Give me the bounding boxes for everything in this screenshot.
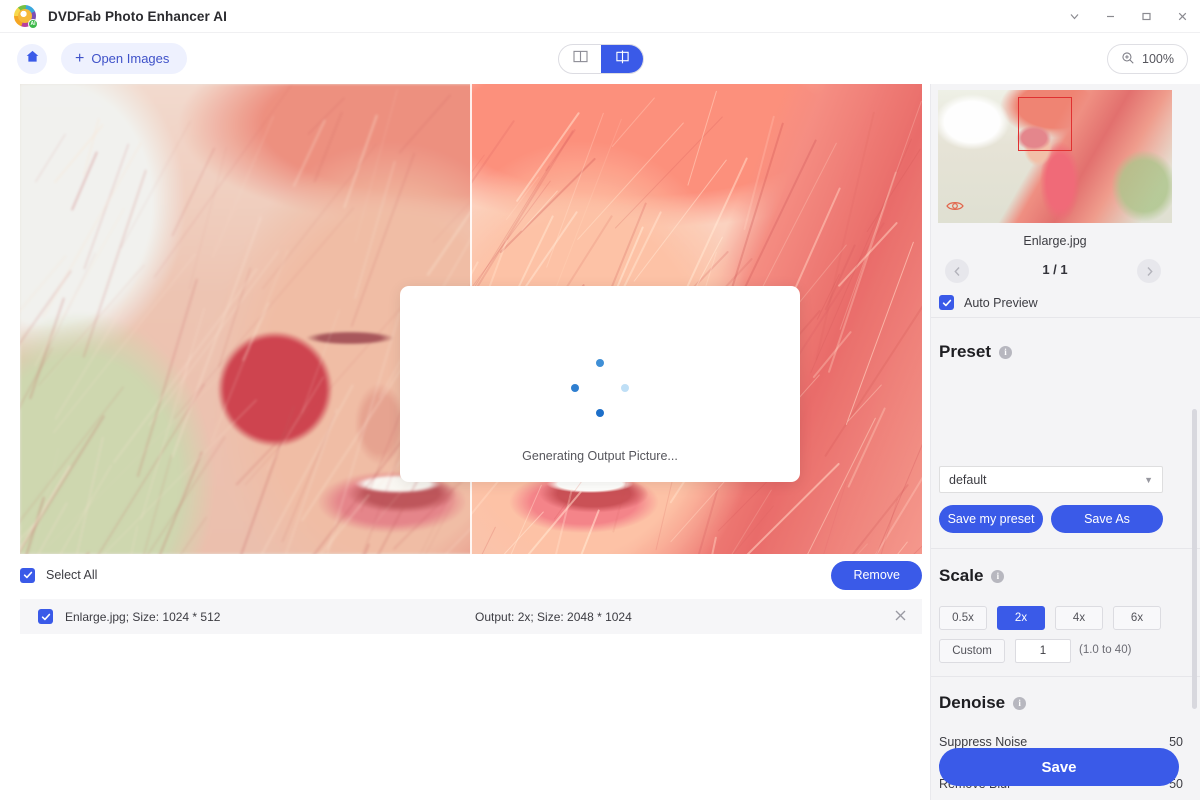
preset-title-text: Preset xyxy=(939,342,991,361)
scale-option-2x[interactable]: 2x xyxy=(997,606,1045,630)
selection-rect-icon[interactable] xyxy=(1018,97,1072,151)
scale-option-6x[interactable]: 6x xyxy=(1113,606,1161,630)
thumbnail-preview[interactable] xyxy=(938,90,1172,223)
zoom-control[interactable]: 100% xyxy=(1107,44,1188,74)
open-images-label: Open Images xyxy=(91,51,170,66)
open-images-button[interactable]: + Open Images xyxy=(61,43,188,74)
close-button[interactable] xyxy=(1164,0,1200,33)
loading-dialog: Generating Output Picture... xyxy=(400,286,800,482)
settings-panel: Enlarge.jpg 1 / 1 Auto Preview Preset i xyxy=(930,84,1200,800)
split-panel-icon xyxy=(572,50,588,68)
denoise-title-text: Denoise xyxy=(939,693,1006,712)
divider xyxy=(931,676,1200,677)
minimize-to-tray-button[interactable] xyxy=(1056,0,1092,33)
file-output-label: Output: 2x; Size: 2048 * 1024 xyxy=(475,609,632,624)
minimize-button[interactable] xyxy=(1092,0,1128,33)
auto-preview-row: Auto Preview xyxy=(939,295,1038,310)
close-icon[interactable] xyxy=(894,609,907,625)
save-my-preset-button[interactable]: Save my preset xyxy=(939,505,1043,533)
save-as-button[interactable]: Save As xyxy=(1051,505,1163,533)
denoise-section-title: Denoise i xyxy=(939,693,1027,713)
chevron-right-icon[interactable] xyxy=(1137,259,1161,283)
preset-select[interactable]: default ▼ xyxy=(939,466,1163,493)
thumbnail-filename: Enlarge.jpg xyxy=(1023,234,1087,248)
remove-button[interactable]: Remove xyxy=(831,560,922,590)
scale-option-0.5x[interactable]: 0.5x xyxy=(939,606,987,630)
window-controls xyxy=(1056,0,1200,33)
auto-preview-checkbox[interactable] xyxy=(939,295,954,310)
info-icon[interactable]: i xyxy=(1013,696,1027,710)
auto-preview-label: Auto Preview xyxy=(964,295,1038,310)
plus-icon: + xyxy=(75,49,85,67)
info-icon[interactable]: i xyxy=(991,569,1005,583)
info-icon[interactable]: i xyxy=(998,345,1012,359)
scale-section-title: Scale i xyxy=(939,566,1005,586)
scale-title-text: Scale xyxy=(939,566,984,585)
loading-message: Generating Output Picture... xyxy=(522,449,678,463)
spinner-dots-icon xyxy=(571,359,629,417)
suppress-noise-value: 50 xyxy=(1169,735,1183,749)
divider xyxy=(931,548,1200,549)
app-title: DVDFab Photo Enhancer AI xyxy=(48,8,227,24)
zoom-in-icon xyxy=(1121,51,1135,68)
select-all-label: Select All xyxy=(46,568,98,582)
settings-scroll-area[interactable]: Preset i default ▼ Save my preset Save A… xyxy=(931,320,1200,800)
scale-custom-button[interactable]: Custom xyxy=(939,639,1005,663)
scale-option-4x[interactable]: 4x xyxy=(1055,606,1103,630)
file-name-label: Enlarge.jpg; Size: 1024 * 512 xyxy=(65,609,221,624)
preset-selected-value: default xyxy=(949,472,987,487)
select-all-bar: Select All Remove xyxy=(20,554,922,596)
home-button[interactable] xyxy=(17,43,47,74)
suppress-noise-label: Suppress Noise xyxy=(939,735,1028,749)
select-all-checkbox[interactable] xyxy=(20,567,35,583)
app-logo-icon: AI xyxy=(14,5,38,29)
title-bar: AI DVDFab Photo Enhancer AI xyxy=(0,0,1200,33)
app-window: AI DVDFab Photo Enhancer AI + Open Image… xyxy=(0,0,1200,800)
save-button[interactable]: Save xyxy=(939,748,1179,786)
scale-custom-input[interactable]: 1 xyxy=(1015,639,1071,663)
view-mode-side-by-side[interactable] xyxy=(559,45,601,73)
panel-scrollbar[interactable] xyxy=(1192,409,1197,709)
divider xyxy=(931,317,1200,318)
image-pager: 1 / 1 xyxy=(931,259,1179,283)
file-row-checkbox[interactable] xyxy=(38,609,53,624)
table-row[interactable]: Enlarge.jpg; Size: 1024 * 512 Output: 2x… xyxy=(20,599,922,634)
view-mode-split-view[interactable] xyxy=(601,45,643,73)
preset-section-title: Preset i xyxy=(939,342,1012,362)
center-split-icon xyxy=(615,50,630,69)
logo-ai-badge: AI xyxy=(28,19,38,29)
maximize-button[interactable] xyxy=(1128,0,1164,33)
scale-range-hint: (1.0 to 40) xyxy=(1079,644,1132,656)
home-icon xyxy=(25,49,40,69)
eye-icon[interactable] xyxy=(946,199,964,211)
zoom-level-label: 100% xyxy=(1142,52,1174,66)
chevron-down-icon: ▼ xyxy=(1144,474,1153,485)
view-mode-toggle xyxy=(558,44,644,74)
